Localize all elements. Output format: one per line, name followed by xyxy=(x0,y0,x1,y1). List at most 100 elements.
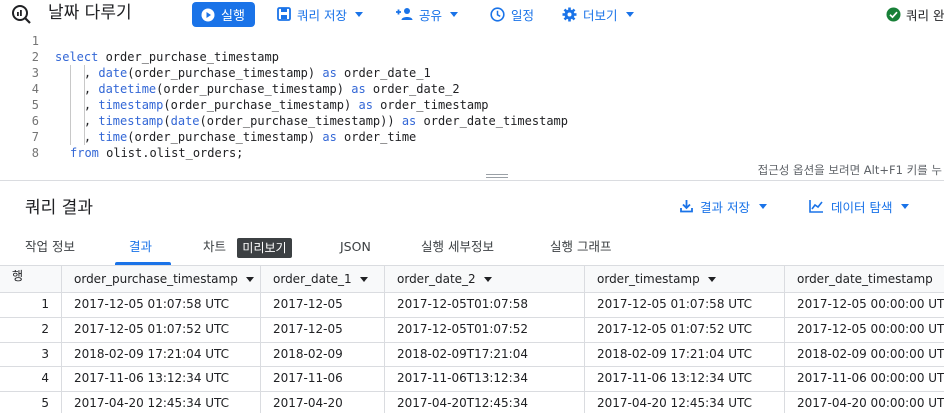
column-header[interactable]: order_date_2 xyxy=(385,266,585,293)
download-icon xyxy=(680,200,693,213)
gear-icon xyxy=(562,7,577,21)
indent-guide xyxy=(84,65,85,145)
column-header[interactable]: order_purchase_timestamp xyxy=(62,266,260,293)
editor-line: 5 , timestamp(order_purchase_timestamp) … xyxy=(0,97,489,113)
share-button[interactable]: 공유 xyxy=(396,2,459,26)
table-cell[interactable]: 2017-12-05 01:07:52 UTC xyxy=(62,317,260,342)
resize-handle[interactable] xyxy=(486,174,508,178)
row-number: 2 xyxy=(41,322,49,336)
share-label: 공유 xyxy=(419,7,443,23)
chevron-down-icon xyxy=(354,11,363,17)
query-toolbar: 날짜 다루기 실행 쿼리 저장 공유 일정 더보기 쿼리 완 xyxy=(0,0,944,28)
person-add-icon xyxy=(396,8,413,20)
chevron-down-icon[interactable] xyxy=(483,277,492,282)
preview-badge: 미리보기 xyxy=(237,238,292,258)
tab-chart[interactable]: 차트 xyxy=(203,232,226,265)
table-cell[interactable]: 2017-04-20 00:00:00 UTC xyxy=(785,391,944,413)
line-number: 3 xyxy=(31,66,39,80)
table-cell[interactable]: 2017-12-05T01:07:52 xyxy=(385,317,584,342)
table-cell[interactable]: 2017-04-20 xyxy=(261,391,384,413)
table-cell[interactable]: 2017-12-05 00:00:00 UTC xyxy=(785,292,944,317)
tab-json[interactable]: JSON xyxy=(340,232,371,265)
line-number: 4 xyxy=(31,82,39,96)
chart-icon xyxy=(809,200,823,213)
row-number: 4 xyxy=(41,371,49,385)
row-number-header: 행 xyxy=(12,269,24,283)
table-cell[interactable]: 2018-02-09 xyxy=(261,342,384,367)
save-results-button[interactable]: 결과 저장 xyxy=(680,196,767,216)
save-results-label: 결과 저장 xyxy=(700,199,750,215)
table-cell[interactable]: 2018-02-09 17:21:04 UTC xyxy=(585,342,784,367)
more-label: 더보기 xyxy=(583,7,618,23)
table-cell[interactable]: 2017-04-20 12:45:34 UTC xyxy=(62,391,260,413)
results-tabs: 작업 정보 결과 차트 JSON 실행 세부정보 실행 그래프 xyxy=(0,232,944,266)
more-button[interactable]: 더보기 xyxy=(562,2,634,26)
table-cell[interactable]: 2017-12-05 01:07:58 UTC xyxy=(62,292,260,317)
tab-execution-details[interactable]: 실행 세부정보 xyxy=(421,232,494,265)
table-cell[interactable]: 2017-11-06 xyxy=(261,366,384,391)
schedule-button[interactable]: 일정 xyxy=(490,2,534,26)
code-text: , datetime(order_purchase_timestamp) as … xyxy=(55,82,460,96)
column-header-label: order_date_1 xyxy=(273,272,352,286)
save-query-button[interactable]: 쿼리 저장 xyxy=(277,2,363,26)
column-header-label: order_timestamp xyxy=(597,272,700,286)
line-number: 2 xyxy=(31,50,39,64)
table-cell[interactable]: 2017-11-06 00:00:00 UTC xyxy=(785,366,944,391)
table-cell[interactable]: 2017-12-05 01:07:58 UTC xyxy=(585,292,784,317)
chevron-down-icon xyxy=(625,11,634,17)
table-cell[interactable]: 2017-12-05 xyxy=(261,317,384,342)
results-title: 쿼리 결과 xyxy=(25,198,93,218)
column-header[interactable]: order_date_1 xyxy=(261,266,385,293)
tab-results[interactable]: 결과 xyxy=(129,232,152,265)
table-cell[interactable]: 2017-04-20T12:45:34 xyxy=(385,391,584,413)
chevron-down-icon xyxy=(901,203,910,209)
editor-line: 1 xyxy=(0,33,39,49)
column-header[interactable]: order_timestamp xyxy=(585,266,785,293)
chevron-down-icon[interactable] xyxy=(707,277,716,282)
query-title[interactable]: 날짜 다루기 xyxy=(48,0,132,26)
table-cell[interactable]: 2017-11-06 13:12:34 UTC xyxy=(585,366,784,391)
line-number: 1 xyxy=(31,34,39,48)
editor-line: 7 , time(order_purchase_timestamp) as or… xyxy=(0,129,417,145)
table-cell[interactable]: 2018-02-09 00:00:00 UTC xyxy=(785,342,944,367)
tab-job-info[interactable]: 작업 정보 xyxy=(25,232,75,265)
table-cell[interactable]: 2017-04-20 12:45:34 UTC xyxy=(585,391,784,413)
explore-data-button[interactable]: 데이터 탐색 xyxy=(809,196,910,216)
table-cell[interactable]: 2017-12-05 xyxy=(261,292,384,317)
editor-line: 4 , datetime(order_purchase_timestamp) a… xyxy=(0,81,460,97)
query-status: 쿼리 완 xyxy=(886,2,944,26)
column-header-label: order_date_timestamp xyxy=(797,272,933,286)
tab-execution-graph[interactable]: 실행 그래프 xyxy=(550,232,611,265)
line-number: 5 xyxy=(31,98,39,112)
code-text: , timestamp(order_purchase_timestamp) as… xyxy=(55,98,489,112)
chevron-down-icon[interactable] xyxy=(359,277,368,282)
column-header-label: order_date_2 xyxy=(397,272,476,286)
table-cell[interactable]: 2017-12-05T01:07:58 xyxy=(385,292,584,317)
status-label: 쿼리 완 xyxy=(906,7,944,23)
chevron-down-icon[interactable] xyxy=(245,277,254,282)
line-number: 7 xyxy=(31,130,39,144)
chevron-down-icon xyxy=(450,11,459,17)
active-tab-indicator xyxy=(115,262,171,265)
table-header-row: 행 order_purchase_timestamp order_date_1 … xyxy=(0,266,944,293)
row-number: 5 xyxy=(41,396,49,410)
sql-editor[interactable]: 1 2 select order_purchase_timestamp 3 , d… xyxy=(0,31,944,162)
table-cell[interactable]: 2017-12-05 00:00:00 UTC xyxy=(785,317,944,342)
editor-line: 6 , timestamp(date(order_purchase_timest… xyxy=(0,113,568,129)
column-header-label: order_purchase_timestamp xyxy=(74,272,238,286)
table-cell[interactable]: 2017-11-06 13:12:34 UTC xyxy=(62,366,260,391)
column-header[interactable]: order_date_timestamp xyxy=(785,266,944,293)
row-number: 3 xyxy=(41,347,49,361)
table-cell[interactable]: 2018-02-09 17:21:04 UTC xyxy=(62,342,260,367)
table-cell[interactable]: 2017-12-05 01:07:52 UTC xyxy=(585,317,784,342)
line-number: 6 xyxy=(31,114,39,128)
code-text: , date(order_purchase_timestamp) as orde… xyxy=(55,66,431,80)
run-button[interactable]: 실행 xyxy=(192,2,255,27)
run-label: 실행 xyxy=(221,9,245,24)
code-text: , time(order_purchase_timestamp) as orde… xyxy=(55,130,417,144)
row-number: 1 xyxy=(41,297,49,311)
code-text: from olist.olist_orders; xyxy=(70,146,244,160)
table-cell[interactable]: 2018-02-09T17:21:04 xyxy=(385,342,584,367)
save-query-label: 쿼리 저장 xyxy=(297,7,347,23)
table-cell[interactable]: 2017-11-06T13:12:34 xyxy=(385,366,584,391)
